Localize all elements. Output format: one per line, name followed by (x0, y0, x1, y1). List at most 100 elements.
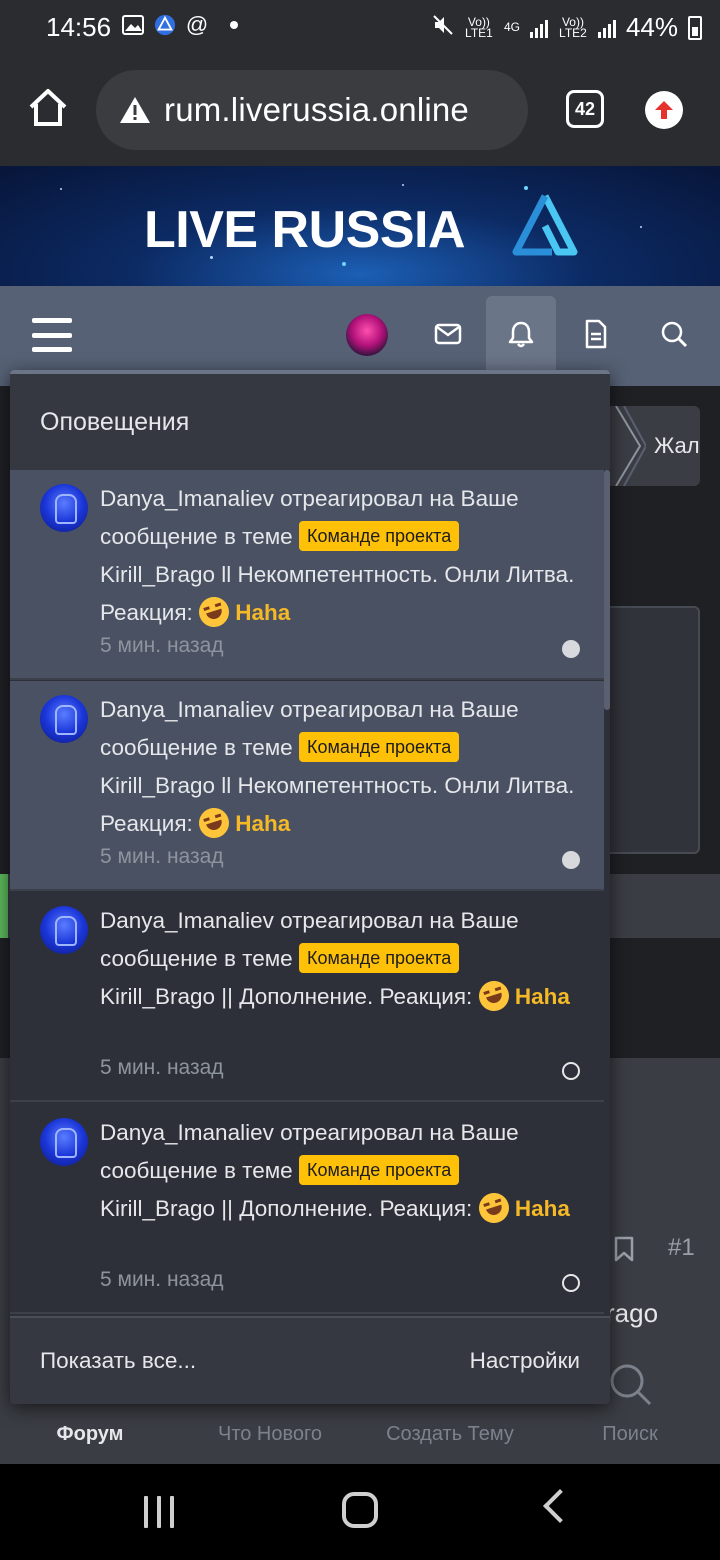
notification-time: 5 мин. назад (100, 1056, 224, 1079)
star (402, 184, 404, 186)
notification-text[interactable]: Danya_Imanaliev отреагировал на Ваше соо… (100, 1114, 580, 1228)
notification-topic[interactable]: Kirill_Brago ll Некомпетентность. Онли Л… (100, 562, 574, 625)
recent-apps-button[interactable] (144, 1496, 174, 1528)
status-notification-icons: @ (122, 12, 238, 37)
menu-icon[interactable] (32, 318, 72, 352)
reaction-label: Haha (235, 600, 291, 625)
site-logo-icon (512, 192, 578, 263)
notification-item[interactable]: Danya_Imanaliev отреагировал на Ваше соо… (10, 470, 604, 680)
home-button[interactable] (342, 1492, 378, 1528)
more-notifications-dot (230, 21, 238, 29)
notification-user[interactable]: Danya_Imanaliev (100, 1120, 274, 1145)
notification-topic[interactable]: Kirill_Brago || Дополнение. Реакция: (100, 1196, 479, 1221)
reaction-label: Haha (235, 811, 291, 836)
lte1-label: Vo)) LTE1 (465, 14, 493, 40)
bell-icon[interactable] (501, 314, 541, 354)
signal-bars-2-icon (597, 18, 616, 38)
background-block (600, 606, 700, 854)
notification-time: 5 мин. назад (100, 845, 224, 868)
notifications-dropdown: Оповещения Danya_Imanaliev отреагировал … (10, 370, 610, 1404)
tab-whats-new[interactable]: Что Нового (180, 1404, 360, 1464)
battery-percent: 44% (625, 12, 678, 42)
laughing-emoji-icon (474, 1189, 513, 1227)
warning-icon[interactable] (118, 95, 152, 125)
notification-user[interactable]: Danya_Imanaliev (100, 908, 274, 933)
site-banner[interactable]: LIVE RUSSIA (0, 166, 720, 286)
site-logo-text: LIVE RUSSIA (144, 201, 466, 259)
notification-topic[interactable]: Kirill_Brago ll Некомпетентность. Онли Л… (100, 773, 574, 836)
breadcrumb-chevron-icon (610, 405, 648, 491)
scrollbar[interactable] (604, 470, 610, 710)
mark-read-button[interactable] (562, 640, 580, 658)
settings-link[interactable]: Настройки (470, 1348, 580, 1374)
laughing-emoji-icon (195, 593, 233, 631)
notification-text[interactable]: Danya_Imanaliev отреагировал на Ваше соо… (100, 902, 580, 1016)
tab-search[interactable]: Поиск (540, 1404, 720, 1464)
breadcrumb-label[interactable]: Жал (654, 433, 700, 459)
notifications-footer: Показать все... Настройки (10, 1316, 610, 1404)
bookmark-icon[interactable] (614, 1236, 634, 1262)
notifications-title: Оповещения (40, 407, 190, 436)
laughing-emoji-icon (195, 804, 233, 842)
notification-item[interactable]: Danya_Imanaliev отреагировал на Ваше соо… (10, 681, 604, 891)
tab-create-topic[interactable]: Создать Тему (360, 1404, 540, 1464)
laughing-emoji-icon (474, 977, 513, 1015)
notification-user[interactable]: Danya_Imanaliev (100, 697, 274, 722)
notifications-list[interactable]: Danya_Imanaliev отреагировал на Ваше соо… (10, 470, 610, 1314)
forum-bottom-tabs: Форум Что Нового Создать Тему Поиск (0, 1404, 720, 1464)
status-time: 14:56 (46, 12, 112, 42)
post-number[interactable]: #1 (668, 1234, 695, 1262)
tab-switcher-button[interactable]: 42 (566, 90, 604, 128)
home-icon[interactable] (26, 86, 70, 130)
star (524, 186, 528, 190)
avatar[interactable] (40, 695, 88, 743)
notification-text[interactable]: Danya_Imanaliev отреагировал на Ваше соо… (100, 691, 580, 843)
envelope-icon[interactable] (428, 314, 468, 354)
notification-text[interactable]: Danya_Imanaliev отреагировал на Ваше соо… (100, 480, 580, 632)
reaction-label: Haha (514, 1196, 570, 1221)
user-avatar[interactable] (346, 314, 388, 356)
mark-unread-button[interactable] (562, 1062, 580, 1080)
status-right: Vo)) LTE1 4G Vo)) LTE2 44% (432, 12, 702, 43)
update-arrow-icon[interactable] (645, 91, 683, 129)
notification-user[interactable]: Danya_Imanaliev (100, 486, 274, 511)
notification-topic[interactable]: Kirill_Brago || Дополнение. Реакция: (100, 984, 479, 1009)
prefix-badge: Команде проекта (298, 521, 460, 552)
notification-time: 5 мин. назад (100, 634, 224, 657)
star (640, 226, 642, 228)
at-sign-icon: @ (185, 12, 209, 37)
star (60, 188, 62, 190)
browser-toolbar: rum.liverussia.online 42 (0, 56, 720, 166)
reaction-label: Haha (514, 984, 570, 1009)
show-all-link[interactable]: Показать все... (40, 1348, 196, 1374)
prefix-badge: Команде проекта (298, 1155, 460, 1186)
lte2-label: Vo)) LTE2 (559, 14, 587, 40)
notification-item[interactable]: Danya_Imanaliev отреагировал на Ваше соо… (10, 892, 604, 1102)
address-bar[interactable]: rum.liverussia.online (96, 70, 528, 150)
tab-forum[interactable]: Форум (0, 1404, 180, 1464)
avatar[interactable] (40, 906, 88, 954)
document-icon[interactable] (576, 314, 616, 354)
notifications-header: Оповещения (10, 370, 610, 470)
mute-icon (432, 12, 454, 43)
avatar[interactable] (40, 1118, 88, 1166)
network-type: 4G (503, 20, 520, 34)
status-bar: 14:56 @ Vo)) LTE1 4G Vo)) LTE2 44% (0, 0, 720, 56)
avatar[interactable] (40, 484, 88, 532)
back-button[interactable] (543, 1489, 577, 1523)
prefix-badge: Команде проекта (298, 732, 460, 763)
mark-unread-button[interactable] (562, 1274, 580, 1292)
mark-read-button[interactable] (562, 851, 580, 869)
system-navigation-bar (0, 1464, 720, 1560)
star (342, 262, 346, 266)
app-logo-icon (154, 14, 176, 36)
notification-item[interactable]: Danya_Imanaliev отреагировал на Ваше соо… (10, 1104, 604, 1314)
gallery-icon (122, 14, 144, 36)
url-text[interactable]: rum.liverussia.online (164, 91, 469, 129)
post-author[interactable]: rago (606, 1298, 658, 1329)
prefix-badge: Команде проекта (298, 943, 460, 974)
signal-bars-1-icon (529, 18, 548, 38)
search-icon[interactable] (654, 314, 694, 354)
notification-time: 5 мин. назад (100, 1268, 224, 1291)
battery-icon (688, 15, 702, 40)
